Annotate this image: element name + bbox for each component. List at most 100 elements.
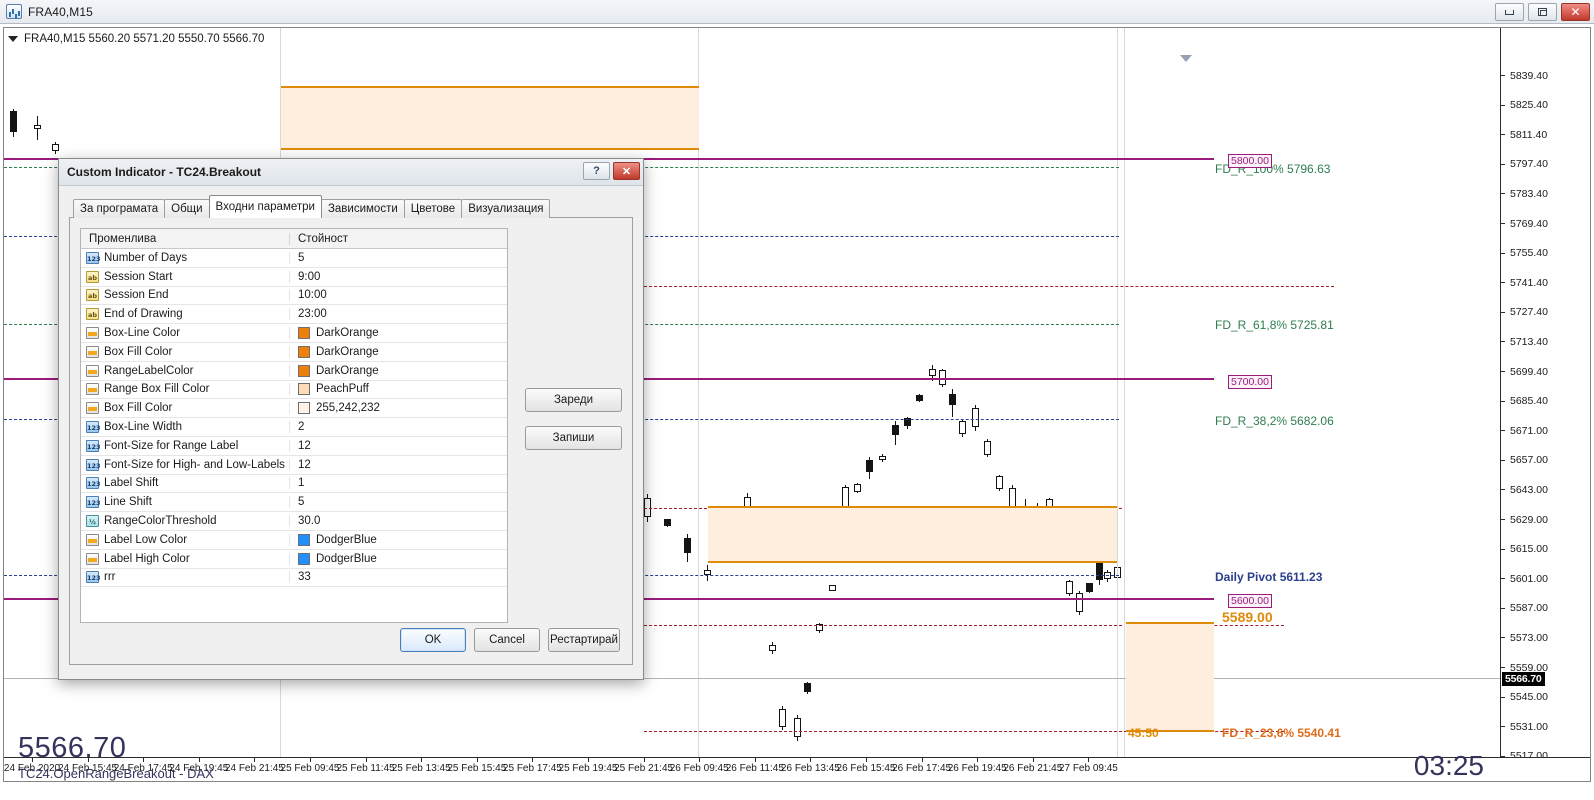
parameter-row[interactable]: ab Session Start 9:00 (81, 268, 507, 287)
column-header-value: Стойност (298, 232, 349, 245)
price-tick: 5839.40 (1501, 69, 1548, 82)
tab-inputs[interactable]: Входни параметри (208, 195, 322, 218)
maximize-button[interactable] (1528, 3, 1557, 21)
ok-button[interactable]: OK (400, 628, 466, 652)
integer-type-icon: 123 (86, 458, 101, 471)
tab-colors[interactable]: Цветове (403, 199, 463, 218)
parameters-grid[interactable]: Променлива Стойност 123 Number of Days 5 ab… (80, 228, 508, 623)
parameter-value[interactable]: 2 (298, 421, 304, 433)
parameter-row[interactable]: Range Box Fill Color PeachPuff (81, 381, 507, 400)
price-tick-label: 5671.00 (1510, 424, 1548, 437)
time-tick-label: 24 Feb 21:45 (224, 763, 284, 774)
button-label: OK (424, 634, 442, 646)
candle-body (959, 421, 966, 435)
time-tick-mark (588, 758, 589, 762)
parameter-value[interactable]: 5 (298, 252, 304, 264)
parameter-name: Label Low Color (104, 533, 188, 546)
parameter-value[interactable]: 1 (298, 477, 304, 489)
tab-dependencies[interactable]: Зависимости (320, 199, 405, 218)
parameter-value[interactable]: PeachPuff (316, 383, 369, 395)
tab-about[interactable]: За програмата (73, 199, 166, 218)
minimize-button[interactable] (1495, 3, 1524, 21)
parameter-name: Session End (104, 289, 169, 302)
parameter-value[interactable]: 5 (298, 496, 304, 508)
parameter-row[interactable]: ab End of Drawing 23:00 (81, 305, 507, 325)
close-button[interactable]: ✕ (1561, 3, 1590, 21)
color-swatch (298, 364, 310, 377)
dialog-tabs[interactable]: За програмата Общи Входни параметри Зависим… (73, 195, 633, 218)
parameter-row[interactable]: 123 Box-Line Width 2 (81, 418, 507, 437)
price-tick: 5587.00 (1501, 602, 1548, 615)
string-type-icon: ab (86, 289, 99, 302)
tick-mark (1501, 430, 1505, 432)
color-type-icon (86, 402, 99, 415)
parameter-name: RangeLabelColor (104, 364, 194, 377)
parameter-row[interactable]: ½ RangeColorThreshold 30.0 (81, 512, 507, 531)
parameter-value[interactable]: 33 (298, 571, 311, 583)
cancel-button[interactable]: Cancel (474, 628, 540, 652)
price-axis[interactable]: 5839.40 5825.40 5811.40 5797.40 5783.40 5769.… (1500, 28, 1590, 762)
parameter-row[interactable]: ab Session End 10:00 (81, 287, 507, 306)
parameter-row[interactable]: Box Fill Color 255,242,232 (81, 399, 507, 419)
parameter-value[interactable]: DarkOrange (316, 365, 379, 377)
parameter-value[interactable]: 10:00 (298, 289, 327, 301)
price-tick-label: 5601.00 (1510, 572, 1548, 585)
parameter-name: Label High Color (104, 552, 190, 565)
tab-label: За програмата (80, 203, 159, 215)
tab-common[interactable]: Общи (164, 199, 210, 218)
parameter-row[interactable]: Label High Color DodgerBlue (81, 550, 507, 569)
parameter-value[interactable]: 255,242,232 (316, 402, 380, 414)
parameter-row[interactable]: RangeLabelColor DarkOrange (81, 362, 507, 381)
parameter-row[interactable]: Box Fill Color DarkOrange (81, 343, 507, 362)
parameter-value[interactable]: 23:00 (298, 308, 327, 320)
tick-mark (1501, 607, 1505, 609)
parameter-value[interactable]: 12 (298, 440, 311, 452)
annotation-fib-382: FD_R_38,2% 5682.06 (1215, 414, 1334, 428)
save-button[interactable]: Запиши (525, 426, 622, 450)
restart-button[interactable]: Рестартирай (548, 628, 620, 652)
parameter-row[interactable]: 123 Number of Days 5 (81, 249, 507, 268)
window-title: FRA40,M15 (28, 4, 93, 19)
parameter-row[interactable]: 123 Font-Size for Range Label 12 (81, 437, 507, 456)
parameter-value[interactable]: 12 (298, 459, 311, 471)
color-type-icon (86, 533, 99, 546)
parameter-name: RangeColorThreshold (104, 515, 217, 528)
parameter-row[interactable]: Label Low Color DodgerBlue (81, 531, 507, 550)
candle-body (794, 718, 801, 738)
custom-indicator-dialog[interactable]: Custom Indicator - TC24.Breakout ? ✕ За … (58, 158, 644, 680)
button-label: Cancel (489, 634, 525, 646)
chart-collapse-icon[interactable] (8, 36, 18, 42)
string-type-icon: ab (86, 270, 99, 283)
parameter-value[interactable]: DodgerBlue (316, 553, 377, 565)
column-header-variable: Променлива (81, 232, 290, 245)
load-button[interactable]: Зареди (525, 388, 622, 412)
color-swatch (298, 383, 310, 396)
candle-body (1009, 488, 1016, 508)
tab-visualization[interactable]: Визуализация (461, 199, 551, 218)
parameter-value[interactable]: 30.0 (298, 515, 320, 527)
parameter-value[interactable]: DarkOrange (316, 327, 379, 339)
color-swatch (298, 533, 310, 546)
parameter-value[interactable]: DodgerBlue (316, 534, 377, 546)
parameter-row[interactable]: 123 Label Shift 1 (81, 475, 507, 494)
candle-body (842, 487, 849, 508)
parameter-value[interactable]: DarkOrange (316, 346, 379, 358)
price-tick: 5545.00 (1501, 691, 1548, 704)
help-button[interactable]: ? (583, 162, 610, 180)
parameter-row[interactable]: Box-Line Color DarkOrange (81, 324, 507, 343)
time-tick-label: 25 Feb 11:45 (336, 763, 395, 774)
dialog-close-button[interactable]: ✕ (613, 162, 640, 180)
parameter-name: Label Shift (104, 477, 159, 490)
candle-body (1066, 581, 1073, 595)
time-axis[interactable]: 24 Feb 2020 24 Feb 15:45 24 Feb 17:45 24 Fe… (4, 757, 1590, 781)
price-tick: 5629.00 (1501, 513, 1548, 526)
tick-mark (1501, 637, 1505, 639)
price-tick-label: 5629.00 (1510, 513, 1548, 526)
tick-mark (1501, 578, 1505, 580)
parameter-row[interactable]: 123 rrr 33 (81, 569, 507, 588)
parameter-row[interactable]: 123 Line Shift 5 (81, 493, 507, 513)
parameter-value[interactable]: 9:00 (298, 271, 320, 283)
parameter-row[interactable]: 123 Font-Size for High- and Low-Labels 12 (81, 456, 507, 475)
red-dash-1 (644, 286, 1334, 287)
candle-body (1076, 593, 1083, 613)
